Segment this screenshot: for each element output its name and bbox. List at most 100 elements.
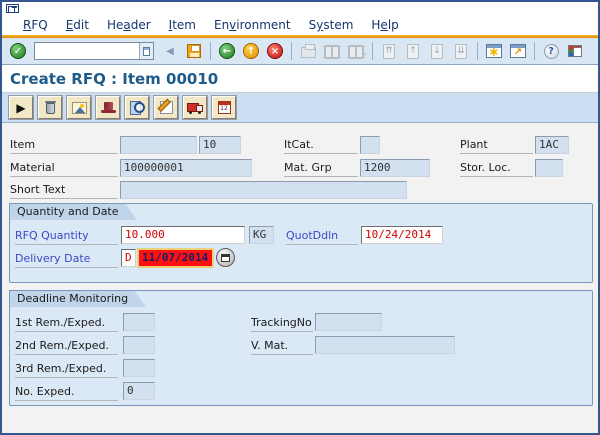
storage-location-field[interactable] xyxy=(535,159,563,177)
menu-label-segment: ironment xyxy=(236,18,291,32)
plus-glyph: + xyxy=(359,50,367,60)
first-page-button-disabled: ⇈ xyxy=(378,40,400,62)
menu-label-segment: e xyxy=(380,18,388,32)
date-category-field[interactable]: D xyxy=(121,249,136,267)
last-page-button-disabled: ⇊ xyxy=(450,40,472,62)
short-text-label: Short Text xyxy=(10,182,118,199)
command-field[interactable] xyxy=(34,42,154,60)
tracking-number-label: TrackingNo xyxy=(251,315,313,332)
menu-environment[interactable]: Environment xyxy=(205,17,300,33)
third-reminder-field[interactable] xyxy=(123,359,155,377)
command-input[interactable] xyxy=(35,44,139,58)
next-page-icon: ↓ xyxy=(431,43,443,59)
material-group-label: Mat. Grp xyxy=(284,160,358,177)
rfq-quantity-field[interactable]: 10.000 xyxy=(121,226,245,244)
help-button[interactable]: ? xyxy=(540,40,562,62)
delivery-date-field[interactable]: 11/07/2014 xyxy=(137,248,214,268)
date-picker-button[interactable] xyxy=(216,248,235,267)
previous-page-icon: ↑ xyxy=(407,43,419,59)
save-button[interactable] xyxy=(183,40,205,62)
new-session-button[interactable]: ∗ xyxy=(483,40,505,62)
item-category-field[interactable] xyxy=(360,136,380,154)
next-page-button-disabled: ↓ xyxy=(426,40,448,62)
sap-window: RFQ Edit Header Item Environment System … xyxy=(0,0,600,435)
command-history-dropdown[interactable] xyxy=(139,43,153,59)
material-field[interactable]: 100000001 xyxy=(120,159,252,177)
truck-icon xyxy=(186,102,204,114)
enter-button[interactable]: ✓ xyxy=(7,40,29,62)
item-number-field[interactable]: 10 xyxy=(199,136,241,154)
vendor-material-label: V. Mat. xyxy=(251,338,313,355)
deadline-monitoring-group-title: Deadline Monitoring xyxy=(9,290,147,307)
cancel-x-icon: × xyxy=(267,43,283,59)
exit-arrow-icon: ↑ xyxy=(243,43,259,59)
menu-header[interactable]: Header xyxy=(98,17,160,33)
find-button-disabled xyxy=(321,40,343,62)
display-document-button[interactable] xyxy=(125,96,149,119)
system-menu-icon[interactable] xyxy=(6,4,19,13)
third-reminder-label: 3rd Rem./Exped. xyxy=(15,361,118,378)
menu-system[interactable]: System xyxy=(300,17,363,33)
deadline-monitoring-groupbox: Deadline Monitoring 1st Rem./Exped. Trac… xyxy=(9,290,593,406)
customize-layout-button[interactable] xyxy=(564,40,586,62)
delivery-schedule-button[interactable]: 12 xyxy=(212,96,236,119)
menu-help[interactable]: Help xyxy=(362,17,407,33)
toolbar-separator xyxy=(372,42,373,60)
plant-field[interactable]: 1AC xyxy=(535,136,569,154)
mountain-sun-icon xyxy=(71,101,87,114)
application-toolbar: ▶ 12 xyxy=(2,93,598,123)
menu-label-segment: FQ xyxy=(31,18,48,32)
storage-location-label: Stor. Loc. xyxy=(460,160,533,177)
material-group-field[interactable]: 1200 xyxy=(360,159,430,177)
rfq-number-field[interactable] xyxy=(120,136,197,154)
toolbar-separator xyxy=(291,42,292,60)
delivery-address-button[interactable] xyxy=(183,96,207,119)
menu-edit[interactable]: Edit xyxy=(57,17,98,33)
tracking-number-field[interactable] xyxy=(315,313,382,331)
menu-bar: RFQ Edit Header Item Environment System … xyxy=(2,15,598,35)
short-text-field[interactable] xyxy=(120,181,407,199)
second-reminder-field[interactable] xyxy=(123,336,155,354)
cancel-button[interactable]: × xyxy=(264,40,286,62)
item-texts-button[interactable] xyxy=(154,96,178,119)
delivery-date-label: Delivery Date xyxy=(15,251,118,268)
menu-label-segment: lp xyxy=(387,18,399,32)
printer-icon xyxy=(300,44,316,58)
print-button-disabled xyxy=(297,40,319,62)
back-button[interactable]: ← xyxy=(216,40,238,62)
vendor-material-field[interactable] xyxy=(315,336,455,354)
customize-layout-icon xyxy=(568,45,582,57)
collapse-command-field-button[interactable]: ◀ xyxy=(159,40,181,62)
quotation-deadline-field[interactable]: 10/24/2014 xyxy=(361,226,443,244)
item-detail-area: Item 10 ItCat. Plant 1AC Material 100000… xyxy=(2,123,598,429)
trash-icon xyxy=(44,101,56,114)
enter-check-icon: ✓ xyxy=(10,43,26,59)
top-hat-icon xyxy=(100,102,116,113)
shortcut-icon: ↗ xyxy=(510,44,526,58)
standard-toolbar: ✓ ◀ ← ↑ × + ⇈ ↑ ↓ ⇊ ∗ ↗ ? xyxy=(2,38,598,65)
unit-field[interactable]: KG xyxy=(249,226,274,244)
first-reminder-label: 1st Rem./Exped. xyxy=(15,315,118,332)
menu-label-segment: tem xyxy=(172,18,196,32)
menu-item[interactable]: Item xyxy=(160,17,205,33)
previous-page-button-disabled: ↑ xyxy=(402,40,424,62)
second-reminder-label: 2nd Rem./Exped. xyxy=(15,338,118,355)
menu-label-segment: En xyxy=(213,18,230,32)
screen-title-bar: Create RFQ : Item 00010 xyxy=(2,65,598,93)
next-item-button[interactable]: ▶ xyxy=(9,96,33,119)
number-expediters-field[interactable]: 0 xyxy=(123,382,155,400)
calendar-icon: 12 xyxy=(217,101,231,114)
toolbar-separator xyxy=(210,42,211,60)
header-details-button[interactable] xyxy=(96,96,120,119)
back-arrow-icon: ← xyxy=(219,43,235,59)
star-glyph: ∗ xyxy=(488,45,500,60)
first-reminder-field[interactable] xyxy=(123,313,155,331)
delete-item-button[interactable] xyxy=(38,96,62,119)
menu-rfq[interactable]: RFQ xyxy=(14,17,57,33)
create-shortcut-button[interactable]: ↗ xyxy=(507,40,529,62)
itcat-label: ItCat. xyxy=(284,137,358,154)
menu-label-segment: dit xyxy=(73,18,89,32)
exit-button[interactable]: ↑ xyxy=(240,40,262,62)
page-title: Create RFQ : Item 00010 xyxy=(10,69,219,88)
item-overview-button[interactable] xyxy=(67,96,91,119)
